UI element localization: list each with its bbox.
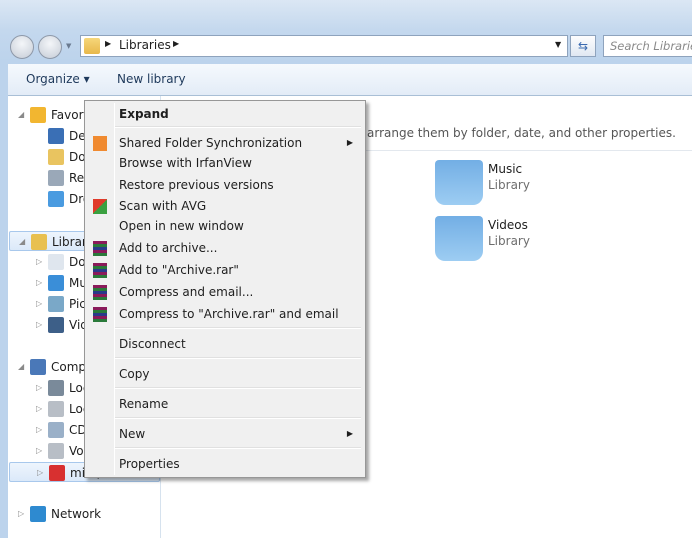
menu-item[interactable]: Copy	[87, 364, 363, 384]
submenu-arrow-icon: ▶	[346, 138, 353, 147]
sync-icon	[93, 136, 107, 151]
music-icon	[48, 275, 64, 291]
library-name: Videos	[488, 218, 528, 232]
menu-separator	[115, 327, 361, 329]
library-hint-text: arrange them by folder, date, and other …	[367, 126, 676, 140]
menu-separator	[115, 447, 361, 449]
menu-item-label: Rename	[119, 397, 169, 411]
expander-icon[interactable]: ◢	[18, 357, 28, 377]
nav-item[interactable]: ▷ Network	[9, 504, 160, 524]
breadcrumb-chevron-icon[interactable]: ▶	[173, 39, 179, 48]
winrar-icon	[93, 307, 107, 322]
expander-icon[interactable]: ▷	[36, 378, 46, 398]
menu-separator	[115, 357, 361, 359]
menu-item-label: Compress and email...	[119, 285, 254, 299]
menu-item-label: Compress to "Archive.rar" and email	[119, 307, 339, 321]
videos-library-icon	[435, 216, 483, 261]
pictures-icon	[48, 296, 64, 312]
music-library-icon	[435, 160, 483, 205]
menu-item[interactable]: New ▶	[87, 424, 363, 444]
menu-separator	[115, 387, 361, 389]
menu-item[interactable]: Expand	[87, 104, 363, 124]
computer-icon	[30, 359, 46, 375]
menu-separator	[115, 126, 361, 128]
expander-icon[interactable]: ▷	[36, 441, 46, 461]
library-name: Music	[488, 162, 523, 176]
menu-item[interactable]: Compress and email...	[87, 282, 363, 302]
expander-icon[interactable]: ▷	[36, 420, 46, 440]
menu-item-label: Shared Folder Synchronization	[119, 136, 303, 150]
menu-item-label: Add to archive...	[119, 241, 218, 255]
menu-item[interactable]: Rename	[87, 394, 363, 414]
menu-item[interactable]: Add to "Archive.rar"	[87, 260, 363, 280]
drive-icon	[48, 443, 64, 459]
menu-item-label: Add to "Archive.rar"	[119, 263, 239, 277]
menu-item-label: Expand	[119, 107, 169, 121]
menu-item[interactable]: Browse with IrfanView	[87, 153, 363, 173]
menu-item-label: Copy	[119, 367, 150, 381]
star-icon	[30, 107, 46, 123]
new-library-button[interactable]: New library	[117, 72, 186, 86]
organize-button[interactable]: Organize ▾	[26, 72, 90, 86]
menu-item-label: Browse with IrfanView	[119, 156, 252, 170]
menu-item[interactable]: Properties	[87, 454, 363, 474]
submenu-arrow-icon: ▶	[346, 429, 353, 438]
winrar-icon	[93, 241, 107, 256]
expander-icon[interactable]: ▷	[36, 252, 46, 272]
library-type: Library	[488, 234, 530, 248]
back-button[interactable]	[10, 35, 34, 59]
menu-item-label: Scan with AVG	[119, 199, 207, 213]
expander-icon[interactable]: ▷	[18, 504, 28, 524]
address-bar[interactable]: ▶ Libraries ▶ ▼	[80, 35, 568, 57]
menu-item[interactable]: Add to archive...	[87, 238, 363, 258]
library-type: Library	[488, 178, 530, 192]
desktop-icon	[48, 128, 64, 144]
search-input[interactable]: Search Libraries	[603, 35, 692, 57]
expander-icon[interactable]: ◢	[19, 232, 29, 252]
menu-item[interactable]: Restore previous versions	[87, 175, 363, 195]
expander-icon[interactable]: ▷	[36, 273, 46, 293]
expander-icon[interactable]: ▷	[36, 315, 46, 335]
drive-icon	[48, 401, 64, 417]
expander-icon[interactable]: ▷	[36, 399, 46, 419]
menu-item[interactable]: Scan with AVG	[87, 196, 363, 216]
winrar-icon	[93, 263, 107, 278]
menu-item-label: Open in new window	[119, 219, 244, 233]
recent-pages-dropdown[interactable]: ▼	[66, 42, 71, 50]
documents-icon	[48, 254, 64, 270]
system-drive-icon	[48, 380, 64, 396]
command-toolbar	[8, 64, 692, 96]
menu-item-label: Properties	[119, 457, 180, 471]
libraries-icon	[84, 38, 100, 54]
recent-places-icon	[48, 170, 64, 186]
cd-drive-icon	[48, 422, 64, 438]
menu-separator	[115, 417, 361, 419]
network-icon	[30, 506, 46, 522]
disconnected-network-drive-icon	[49, 465, 65, 481]
menu-item[interactable]: Compress to "Archive.rar" and email	[87, 304, 363, 324]
address-dropdown-icon[interactable]: ▼	[555, 40, 561, 49]
menu-item-label: Restore previous versions	[119, 178, 274, 192]
forward-button[interactable]	[38, 35, 62, 59]
expander-icon[interactable]: ▷	[36, 294, 46, 314]
downloads-icon	[48, 149, 64, 165]
menu-item-label: New	[119, 427, 146, 441]
menu-item-label: Disconnect	[119, 337, 186, 351]
winrar-icon	[93, 285, 107, 300]
refresh-button[interactable]: ⇆	[570, 35, 596, 57]
breadcrumb-separator-icon: ▶	[105, 39, 112, 48]
menu-item[interactable]: Shared Folder Synchronization ▶	[87, 133, 363, 153]
nav-item-label: Network	[51, 507, 102, 521]
avg-icon	[93, 199, 107, 214]
libraries-icon	[31, 234, 47, 250]
context-menu: Expand Shared Folder Synchronization ▶ Brow…	[84, 100, 366, 478]
breadcrumb-libraries[interactable]: Libraries	[119, 38, 171, 52]
videos-icon	[48, 317, 64, 333]
dropbox-icon	[48, 191, 64, 207]
menu-item[interactable]: Open in new window	[87, 216, 363, 236]
expander-icon[interactable]: ▷	[37, 463, 47, 483]
expander-icon[interactable]: ◢	[18, 105, 28, 125]
menu-item[interactable]: Disconnect	[87, 334, 363, 354]
